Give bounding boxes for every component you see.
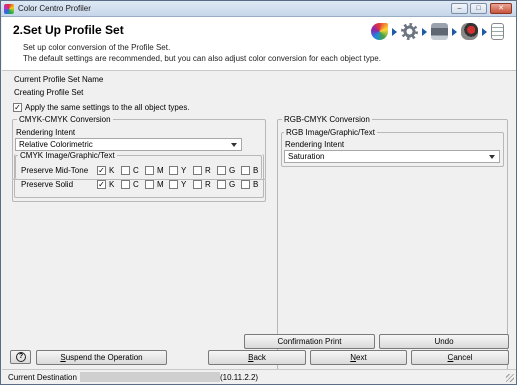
profile-set-name-label: Current Profile Set Name (14, 75, 104, 84)
cancel-button[interactable]: Cancel (411, 350, 509, 365)
mid-tone-g-checkbox[interactable] (217, 166, 226, 175)
cancel-label: ancel (453, 353, 473, 362)
color-measure-icon (461, 23, 478, 40)
app-logo-icon (4, 4, 14, 14)
page-description: Set up color conversion of the Profile S… (23, 42, 381, 64)
wizard-steps (369, 23, 506, 40)
mid-tone-k-label: K (109, 166, 115, 175)
window-title: Color Centro Profiler (18, 4, 91, 13)
chevron-down-icon (489, 155, 495, 159)
rgb-group-title: RGB-CMYK Conversion (282, 115, 372, 124)
mid-tone-c-checkbox[interactable] (121, 166, 130, 175)
mid-tone-c-label: C (133, 166, 139, 175)
rgb-conversion-group: RGB-CMYK Conversion RGB Image/Graphic/Te… (277, 115, 508, 370)
profile-set-name-value: Creating Profile Set (14, 88, 84, 97)
step-arrow-icon (392, 27, 397, 36)
status-bar: Current Destination (10.11.2.2) (2, 369, 516, 384)
cmyk-group-title: CMYK-CMYK Conversion (17, 115, 113, 124)
mid-tone-m-checkbox[interactable] (145, 166, 154, 175)
cmyk-rendering-intent-label: Rendering Intent (16, 128, 76, 137)
destination-name-field (80, 372, 220, 382)
minimize-button[interactable]: – (451, 3, 468, 14)
rgb-rendering-intent-label: Rendering Intent (285, 140, 345, 149)
rgb-rendering-intent-select[interactable]: Saturation (284, 150, 500, 163)
description-line-2: The default settings are recommended, bu… (23, 54, 381, 63)
rgb-subgroup-title: RGB Image/Graphic/Text (284, 128, 377, 137)
suspend-label: uspend the Operation (65, 353, 143, 362)
cmyk-group-bottom (12, 179, 266, 202)
mid-tone-r-checkbox[interactable] (193, 166, 202, 175)
chevron-down-icon (231, 143, 237, 147)
description-line-1: Set up color conversion of the Profile S… (23, 43, 171, 52)
preserve-mid-tone-label: Preserve Mid-Tone (21, 166, 89, 175)
mid-tone-y-checkbox[interactable] (169, 166, 178, 175)
back-label: ack (253, 353, 266, 362)
color-palette-icon (371, 23, 388, 40)
mid-tone-r-label: R (205, 166, 211, 175)
mid-tone-b-checkbox[interactable] (241, 166, 250, 175)
current-destination-value: (10.11.2.2) (220, 373, 259, 382)
cmyk-rendering-intent-select[interactable]: Relative Colorimetric (15, 138, 242, 151)
mid-tone-y-label: Y (181, 166, 187, 175)
close-button[interactable]: ✕ (490, 3, 512, 14)
apply-same-label: Apply the same settings to the all objec… (25, 103, 190, 112)
mid-tone-m-label: M (157, 166, 164, 175)
printer-icon (431, 23, 448, 40)
resize-grip-icon[interactable] (506, 374, 514, 382)
cmyk-rendering-intent-value: Relative Colorimetric (19, 140, 93, 149)
title-bar[interactable]: Color Centro Profiler – □ ✕ (1, 1, 516, 17)
next-label: ext (356, 353, 367, 362)
rgb-rendering-intent-value: Saturation (288, 152, 325, 161)
document-icon (491, 23, 504, 40)
mid-tone-b-label: B (253, 166, 259, 175)
next-button[interactable]: Next (310, 350, 407, 365)
undo-button[interactable]: Undo (379, 334, 509, 349)
help-icon: ? (16, 352, 26, 362)
back-button[interactable]: Back (208, 350, 306, 365)
apply-same-checkbox[interactable]: ✓ (13, 103, 22, 112)
app-window: Color Centro Profiler – □ ✕ 2.Set Up Pro… (0, 0, 517, 385)
confirmation-print-button[interactable]: Confirmation Print (244, 334, 375, 349)
gear-icon (401, 23, 418, 40)
mid-tone-k-checkbox[interactable]: ✓ (97, 166, 106, 175)
step-arrow-icon (482, 27, 487, 36)
current-destination-label: Current Destination (8, 373, 77, 382)
step-arrow-icon (452, 27, 457, 36)
rgb-image-graphic-text-group: RGB Image/Graphic/Text Rendering Intent … (281, 128, 504, 167)
help-button[interactable]: ? (10, 350, 31, 364)
suspend-operation-button[interactable]: Suspend the Operation (36, 350, 167, 365)
mid-tone-g-label: G (229, 166, 236, 175)
step-arrow-icon (422, 27, 427, 36)
maximize-button[interactable]: □ (470, 3, 487, 14)
wizard-header: 2.Set Up Profile Set Set up color conver… (2, 17, 516, 71)
page-title: 2.Set Up Profile Set (13, 23, 124, 37)
